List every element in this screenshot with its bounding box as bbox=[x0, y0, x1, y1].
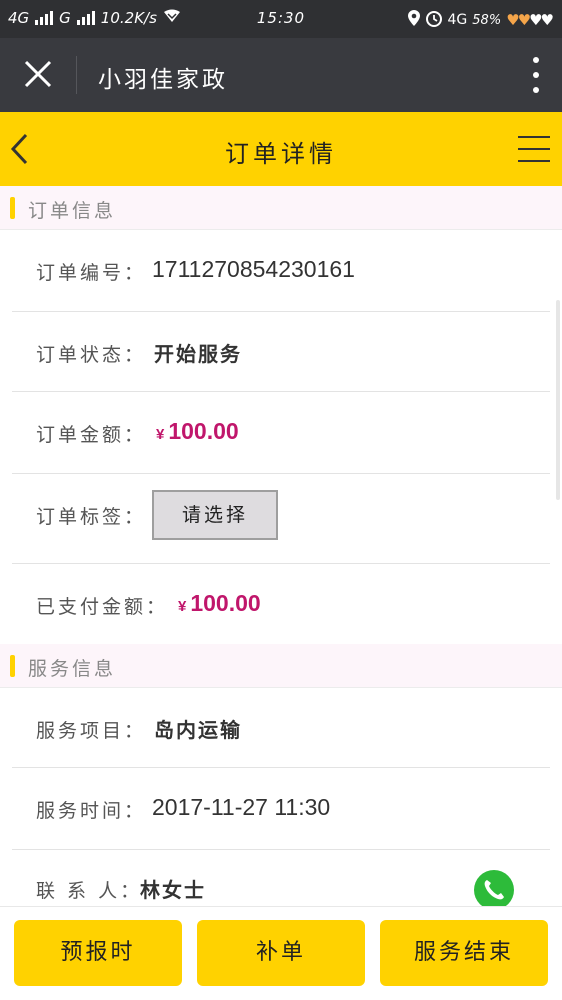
app-title-bar: 小羽佳家政 bbox=[0, 38, 562, 112]
order-amount-label: 订单金额： bbox=[36, 424, 147, 446]
paid-amount-number: 100.00 bbox=[190, 590, 261, 616]
section-title: 订单信息 bbox=[28, 200, 117, 222]
service-time-row: 服务时间： 2017-11-27 11:30 bbox=[12, 768, 550, 850]
contact-row: 联 系 人： 林女士 bbox=[12, 850, 550, 906]
order-status-value: 开始服务 bbox=[154, 342, 242, 366]
currency-symbol: ¥ bbox=[178, 598, 187, 615]
menu-icon[interactable] bbox=[518, 136, 550, 162]
scrollbar[interactable] bbox=[556, 300, 560, 500]
order-info-section-header: 订单信息 bbox=[0, 186, 562, 230]
alarm-icon bbox=[425, 9, 443, 31]
order-number-label: 订单编号： bbox=[36, 262, 147, 284]
service-item-row: 服务项目： 岛内运输 bbox=[12, 688, 550, 768]
order-number-value: 1711270854230161 bbox=[152, 256, 355, 282]
heart-icons: ♥♥♥♥ bbox=[506, 11, 554, 29]
order-number-row: 订单编号： 1711270854230161 bbox=[12, 230, 550, 312]
paid-amount-row: 已支付金额： ¥100.00 bbox=[12, 564, 550, 644]
section-marker bbox=[10, 197, 15, 219]
phone-icon[interactable] bbox=[474, 870, 514, 910]
service-time-value: 2017-11-27 11:30 bbox=[152, 794, 331, 820]
order-tag-row: 订单标签： 请选择 bbox=[12, 474, 550, 564]
paid-amount-label: 已支付金额： bbox=[36, 596, 169, 618]
order-amount-value: ¥100.00 bbox=[156, 418, 239, 445]
contact-value: 林女士 bbox=[140, 878, 206, 902]
battery-level: 58% bbox=[472, 12, 502, 28]
close-icon[interactable] bbox=[20, 56, 56, 92]
service-item-value: 岛内运输 bbox=[154, 718, 242, 742]
app-title: 小羽佳家政 bbox=[98, 67, 228, 93]
paid-amount-value: ¥100.00 bbox=[178, 590, 261, 617]
service-time-label: 服务时间： bbox=[36, 800, 147, 822]
network-label-3: 4G bbox=[447, 12, 468, 28]
title-divider bbox=[76, 56, 77, 94]
order-amount-row: 订单金额： ¥100.00 bbox=[12, 392, 550, 474]
service-item-label: 服务项目： bbox=[36, 720, 147, 742]
location-icon bbox=[407, 10, 420, 30]
section-title: 服务信息 bbox=[28, 658, 117, 680]
bottom-action-bar: 预报时 补单 服务结束 bbox=[0, 906, 562, 1000]
service-info-section-header: 服务信息 bbox=[0, 644, 562, 688]
order-tag-label: 订单标签： bbox=[36, 506, 147, 528]
more-vertical-icon[interactable] bbox=[532, 57, 540, 93]
forecast-time-button[interactable]: 预报时 bbox=[14, 920, 182, 986]
order-amount-number: 100.00 bbox=[168, 418, 239, 444]
currency-symbol: ¥ bbox=[156, 426, 165, 443]
supplement-order-button[interactable]: 补单 bbox=[197, 920, 365, 986]
order-status-label: 订单状态： bbox=[36, 344, 147, 366]
page-header: 订单详情 bbox=[0, 112, 562, 186]
order-status-row: 订单状态： 开始服务 bbox=[12, 312, 550, 392]
status-bar: 4G G 10.2K/s 15:30 4G 58% ♥♥♥♥ bbox=[0, 0, 562, 38]
section-marker bbox=[10, 655, 15, 677]
status-right: 4G 58% ♥♥♥♥ bbox=[407, 9, 554, 31]
tag-select-button[interactable]: 请选择 bbox=[152, 490, 278, 540]
page-title: 订单详情 bbox=[225, 140, 337, 168]
contact-label: 联 系 人： bbox=[36, 880, 143, 902]
end-service-button[interactable]: 服务结束 bbox=[380, 920, 548, 986]
